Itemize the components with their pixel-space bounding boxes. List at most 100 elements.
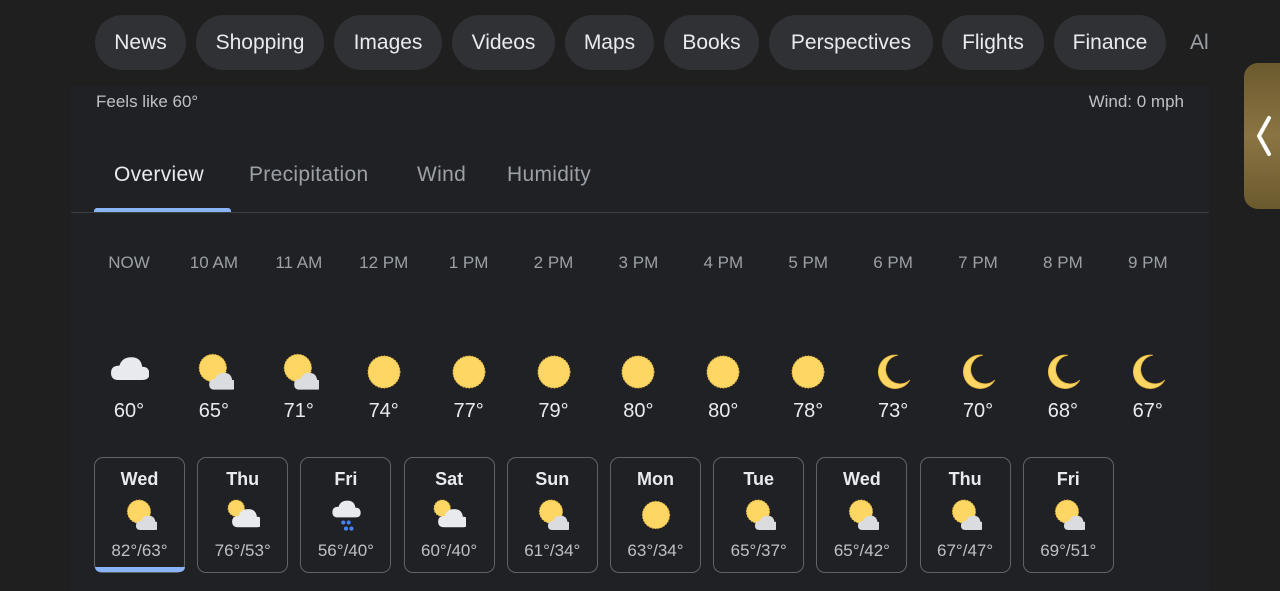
hour-weather-icon [1023, 342, 1103, 402]
hourly-item[interactable]: 7 PM 70° [938, 244, 1018, 423]
hourly-item[interactable]: 2 PM 79° [514, 244, 594, 423]
daily-item[interactable]: Fri 56°/40° [300, 457, 392, 573]
hourly-item[interactable]: 4 PM 80° [683, 244, 763, 423]
rain-icon [332, 500, 361, 531]
hour-weather-icon [683, 342, 763, 402]
hour-label: 5 PM [788, 253, 829, 272]
day-name: Fri [334, 469, 358, 489]
hour-weather-icon [598, 342, 678, 402]
daily-item[interactable]: Thu 76°/53° [197, 457, 289, 573]
hourly-item[interactable]: 10 AM 65° [174, 244, 254, 423]
day-name: Sun [535, 469, 570, 489]
tab-wind[interactable]: Wind [417, 160, 466, 190]
cloudy-night-icon [111, 357, 149, 381]
hour-label: 7 PM [958, 253, 998, 272]
day-weather-icon [714, 494, 803, 536]
daily-item[interactable]: Tue 65°/37° [713, 457, 805, 573]
daily-item[interactable]: Wed 82°/63° [94, 457, 185, 573]
daily-item[interactable]: Fri 69°/51° [1022, 457, 1114, 573]
hourly-item[interactable]: 6 PM 73° [853, 244, 933, 423]
daily-item[interactable]: Thu 67°/47° [919, 457, 1011, 573]
hour-weather-icon [938, 342, 1018, 402]
daily-item[interactable]: Wed 65°/42° [816, 457, 908, 573]
day-temperature-range: 67°/47° [937, 541, 994, 560]
partly-sunny-icon [1055, 499, 1086, 530]
day-temperature-range: 69°/51° [1040, 541, 1097, 560]
feels-like: Feels like 60° [96, 92, 199, 111]
hourly-item[interactable]: 9 PM 67° [1108, 244, 1188, 423]
tab-overview[interactable]: Overview [114, 160, 204, 190]
chip-shopping[interactable]: Shopping [196, 15, 324, 70]
search-filter-chips: News Shopping Images Videos Maps Books P… [0, 0, 1210, 86]
chevron-left-icon [1257, 116, 1271, 156]
tab-humidity[interactable]: Humidity [507, 160, 591, 190]
day-name: Sat [435, 469, 464, 489]
day-weather-icon [921, 494, 1010, 536]
hour-label: 3 PM [618, 253, 659, 272]
hour-weather-icon [429, 342, 509, 402]
daily-item[interactable]: Mon 63°/34° [610, 457, 701, 573]
day-name: Wed [843, 469, 881, 489]
day-temperature-range: 63°/34° [627, 541, 684, 560]
chip-maps[interactable]: Maps [565, 15, 654, 70]
day-temperature-range: 76°/53° [214, 541, 271, 560]
hourly-item[interactable]: 12 PM 74° [344, 244, 424, 423]
partly-sunny-icon [952, 499, 983, 530]
hourly-item[interactable]: 3 PM 80° [598, 244, 678, 423]
day-name: Wed [120, 469, 159, 489]
chip-overflow[interactable]: Al [1190, 15, 1209, 70]
partly-sunny-icon [198, 353, 234, 390]
partly-sunny-icon [848, 499, 879, 530]
partly-sunny-icon [126, 499, 157, 530]
chip-perspectives[interactable]: Perspectives [769, 15, 933, 70]
hour-weather-icon [853, 342, 933, 402]
hourly-item[interactable]: 11 AM 71° [259, 244, 339, 423]
tab-precipitation[interactable]: Precipitation [249, 160, 368, 190]
day-weather-icon [198, 494, 287, 536]
selected-day-indicator [95, 567, 185, 572]
chip-flights[interactable]: Flights [942, 15, 1044, 70]
hour-weather-icon [344, 342, 424, 402]
day-temperature-range: 65°/37° [730, 541, 787, 560]
chip-books[interactable]: Books [664, 15, 759, 70]
hourly-item[interactable]: 1 PM 77° [429, 244, 509, 423]
moon-icon [1047, 354, 1081, 389]
hour-temperature: 67° [1132, 400, 1163, 422]
sun-icon [706, 355, 740, 389]
chip-images[interactable]: Images [334, 15, 442, 70]
sun-icon [537, 355, 570, 389]
day-weather-icon [611, 494, 700, 536]
hour-label: 12 PM [359, 253, 409, 272]
hour-label: 9 PM [1127, 253, 1168, 272]
wind-speed: Wind: 0 mph [1088, 92, 1184, 111]
day-temperature-range: 61°/34° [524, 541, 581, 560]
hour-label: 6 PM [873, 253, 913, 272]
hour-weather-icon [174, 342, 254, 402]
day-temperature-range: 60°/40° [421, 541, 478, 560]
day-name: Mon [637, 469, 674, 489]
day-weather-icon [817, 494, 906, 536]
hour-label: 1 PM [448, 253, 489, 272]
hour-label: NOW [108, 253, 150, 272]
hour-temperature: 60° [113, 400, 145, 422]
hour-label: 4 PM [703, 253, 744, 272]
sun-icon [641, 500, 670, 530]
hour-temperature: 65° [198, 400, 230, 422]
hour-label: 2 PM [533, 253, 574, 272]
day-name: Thu [948, 469, 982, 489]
chip-news[interactable]: News [95, 15, 186, 70]
hourly-item[interactable]: 5 PM 78° [768, 244, 848, 423]
daily-item[interactable]: Sat 60°/40° [403, 457, 495, 573]
hour-temperature: 73° [877, 400, 909, 422]
hour-temperature: 71° [283, 400, 314, 422]
side-panel-tab[interactable] [1244, 63, 1280, 209]
mostly-cloudy-icon [433, 499, 467, 528]
daily-item[interactable]: Sun 61°/34° [506, 457, 598, 573]
day-weather-icon [508, 494, 597, 536]
sun-icon [791, 355, 825, 389]
hourly-item[interactable]: 8 PM 68° [1023, 244, 1103, 423]
hourly-item[interactable]: NOW 60° [89, 244, 169, 423]
chip-videos[interactable]: Videos [452, 15, 555, 70]
chip-finance[interactable]: Finance [1054, 15, 1166, 70]
sun-icon [452, 355, 486, 389]
